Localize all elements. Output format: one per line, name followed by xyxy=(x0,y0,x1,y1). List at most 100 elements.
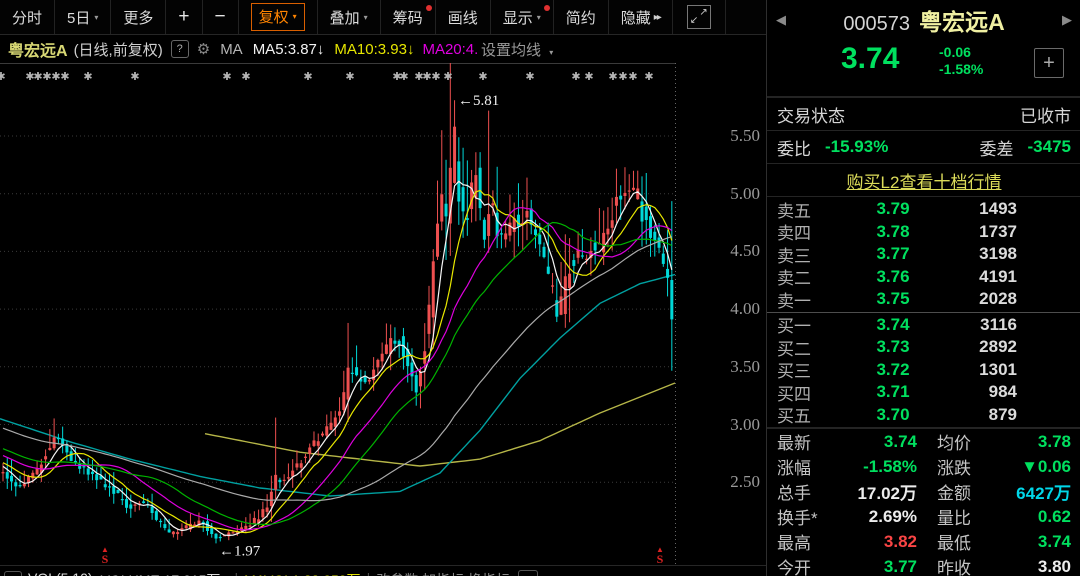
chart-stock-name: 粤宏远A xyxy=(8,43,68,60)
chart-header: 粤宏远A (日线,前复权) ? ⚙ MA MA5:3.87↓ MA10:3.93… xyxy=(0,35,774,63)
trade-status-row: 交易状态 已收市 xyxy=(767,98,1080,130)
chevron-down-icon: ▾ xyxy=(549,47,554,57)
bid-row[interactable]: 买三 3.72 1301 xyxy=(767,359,1080,382)
ask-row[interactable]: 卖三 3.77 3198 xyxy=(767,243,1080,266)
price-tick: 3.50 xyxy=(730,356,760,376)
simple-mode-button[interactable]: 简约 xyxy=(554,0,609,34)
event-marker-icon[interactable]: ✱ xyxy=(303,71,312,83)
price-change: -0.06 -1.58% xyxy=(939,44,984,77)
stat-金额: 金额 6427万 xyxy=(937,484,1071,503)
stat-最新: 最新 3.74 xyxy=(777,431,917,454)
stat-涨幅: 涨幅 -1.58% xyxy=(777,456,917,479)
expand-icon[interactable]: ↗ ↙ xyxy=(673,0,726,34)
gear-icon[interactable]: ⚙ xyxy=(197,40,210,58)
last-price: 3.74 xyxy=(841,42,900,75)
event-marker-icon[interactable]: ✱ xyxy=(130,71,139,83)
stock-code: 000573 xyxy=(843,13,911,35)
ma-settings-dropdown[interactable]: 设置均线 ▾ xyxy=(479,38,554,60)
toolbar: 分时 5日 ▾ 更多 + − 复权 ▾ 叠加 ▾ 筹码 画线 显示 ▾ 简约 隐藏 ▸▸ ↗ ↙ xyxy=(0,0,766,35)
event-marker-icon[interactable]: ✱ xyxy=(60,71,69,83)
stock-name: 粤宏远A xyxy=(919,9,1005,35)
chevron-down-icon: ▾ xyxy=(94,12,99,22)
volume-pane-header: VOL(5,10) VOLUME:17.015万 | MAVOL1:23.050… xyxy=(0,565,770,576)
notification-dot xyxy=(543,5,550,11)
draw-line-button[interactable]: 画线 xyxy=(436,0,491,34)
ma-group-label: MA xyxy=(220,40,243,58)
ask-row[interactable]: 卖一 3.75 2028 xyxy=(767,288,1080,311)
weibi-value: -15.93% xyxy=(825,137,889,156)
bid-row[interactable]: 买二 3.73 2892 xyxy=(767,336,1080,359)
candlestick-chart[interactable]: ✱ ✱✱ ✱ ✱ ✱ ✱ ✱ ✱ ✱ ✱ ✱ ✱✱ ✱✱ ✱ ✱ ✱ ✱ ✱ ✱ ✱ ✱ ✱ ✱▲S▲S←5.81←1.97 xyxy=(0,63,680,566)
dividend-s-icon[interactable]: S xyxy=(657,552,664,566)
price-annotation: ←5.81 xyxy=(458,93,499,109)
bid-row[interactable]: 买四 3.71 984 xyxy=(767,381,1080,404)
indicator-toggle-icon[interactable] xyxy=(4,571,22,576)
stat-涨跌: 涨跌 ▼0.06 xyxy=(937,456,1071,479)
event-marker-icon[interactable]: ✱ xyxy=(443,71,452,83)
event-marker-icon[interactable]: ✱ xyxy=(422,71,431,83)
event-marker-icon[interactable]: ✱ xyxy=(478,71,487,83)
indicator-links[interactable]: 改参数 加指标 换指标 xyxy=(376,570,510,576)
l2-promo-row: 购买L2查看十档行情 xyxy=(767,164,1080,196)
adjust-mode-button[interactable]: 复权 ▾ xyxy=(239,0,318,34)
ask-row[interactable]: 卖二 3.76 4191 xyxy=(767,266,1080,289)
zoom-out-button[interactable]: − xyxy=(203,0,239,34)
volume-value: VOLUME:17.015万 xyxy=(101,570,221,576)
event-marker-icon[interactable]: ✱ xyxy=(628,71,637,83)
tab-minute-chart[interactable]: 分时 xyxy=(0,0,56,34)
prev-stock-arrow[interactable]: ◀ xyxy=(776,12,786,28)
event-marker-icon[interactable]: ✱ xyxy=(83,71,92,83)
bid-row[interactable]: 买一 3.74 3116 xyxy=(767,314,1080,337)
tab-more[interactable]: 更多 xyxy=(111,0,167,34)
event-marker-icon[interactable]: ✱ xyxy=(241,71,250,83)
price-tick: 5.50 xyxy=(730,126,760,145)
stat-换手*: 换手* 2.69% xyxy=(777,506,917,529)
event-marker-icon[interactable]: ✱ xyxy=(618,71,627,83)
event-marker-icon[interactable]: ✱ xyxy=(33,71,42,83)
quote-header: ◀ 000573 粤宏远A ▶ 3.74 -0.06 -1.58% + xyxy=(767,0,1080,96)
event-marker-icon[interactable]: ✱ xyxy=(0,71,6,83)
app-window: 分时 5日 ▾ 更多 + − 复权 ▾ 叠加 ▾ 筹码 画线 显示 ▾ 简约 隐藏 ▸▸ ↗ ↙ 粤宏远A (日线,… xyxy=(0,0,1080,576)
event-marker-icon[interactable]: ✱ xyxy=(42,71,51,83)
vol-indicator-label: VOL(5,10) xyxy=(28,570,93,576)
quote-panel: ◀ 000573 粤宏远A ▶ 3.74 -0.06 -1.58% + 交易状态 已… xyxy=(766,0,1080,576)
ma5-legend: MA5:3.87↓ xyxy=(252,40,325,58)
double-arrow-icon: ▸▸ xyxy=(653,11,662,23)
tab-5day[interactable]: 5日 ▾ xyxy=(55,0,112,34)
dividend-s-icon[interactable]: S xyxy=(102,552,109,566)
event-marker-icon[interactable]: ✱ xyxy=(345,71,354,83)
expand-icon: ↗ ↙ xyxy=(686,5,711,29)
ask-row[interactable]: 卖五 3.79 1493 xyxy=(767,198,1080,221)
next-stock-arrow[interactable]: ▶ xyxy=(1062,12,1072,28)
stat-总手: 总手 17.02万 xyxy=(777,484,917,503)
zoom-in-button[interactable]: + xyxy=(166,0,203,34)
divider: | xyxy=(234,570,238,576)
help-icon[interactable]: ? xyxy=(170,40,189,58)
chevron-down-icon: ▾ xyxy=(292,12,297,21)
event-marker-icon[interactable]: ✱ xyxy=(584,71,593,83)
l2-link[interactable]: 购买L2查看十档行情 xyxy=(847,168,1002,193)
display-button[interactable]: 显示 ▾ xyxy=(491,0,554,34)
event-marker-icon[interactable]: ✱ xyxy=(51,71,60,83)
bid-row[interactable]: 买五 3.70 879 xyxy=(767,404,1080,427)
ma10-legend: MA10:3.93↓ xyxy=(334,40,415,58)
hide-button[interactable]: 隐藏 ▸▸ xyxy=(609,0,673,34)
event-marker-icon[interactable]: ✱ xyxy=(222,71,231,83)
stat-最高: 最高 3.82 xyxy=(777,531,917,554)
event-marker-icon[interactable]: ✱ xyxy=(571,71,580,83)
add-to-watchlist-button[interactable]: + xyxy=(1034,48,1064,78)
event-marker-icon[interactable]: ✱ xyxy=(644,71,653,83)
mavol-value: MAVOL1:23.050万 xyxy=(244,570,360,576)
chevron-down-icon: ▾ xyxy=(363,12,368,22)
chips-button[interactable]: 筹码 xyxy=(381,0,436,34)
stat-均价: 均价 3.78 xyxy=(937,431,1071,454)
stat-量比: 量比 0.62 xyxy=(937,506,1071,529)
trade-status-value: 已收市 xyxy=(1020,106,1071,126)
event-marker-icon[interactable]: ✱ xyxy=(525,71,534,83)
ask-row[interactable]: 卖四 3.78 1737 xyxy=(767,221,1080,244)
event-marker-icon[interactable]: ✱ xyxy=(608,71,617,83)
overlay-button[interactable]: 叠加 ▾ xyxy=(318,0,381,34)
collapse-icon[interactable]: ⌄ xyxy=(517,570,538,576)
event-marker-icon[interactable]: ✱ xyxy=(399,71,408,83)
event-marker-icon[interactable]: ✱ xyxy=(431,71,440,83)
